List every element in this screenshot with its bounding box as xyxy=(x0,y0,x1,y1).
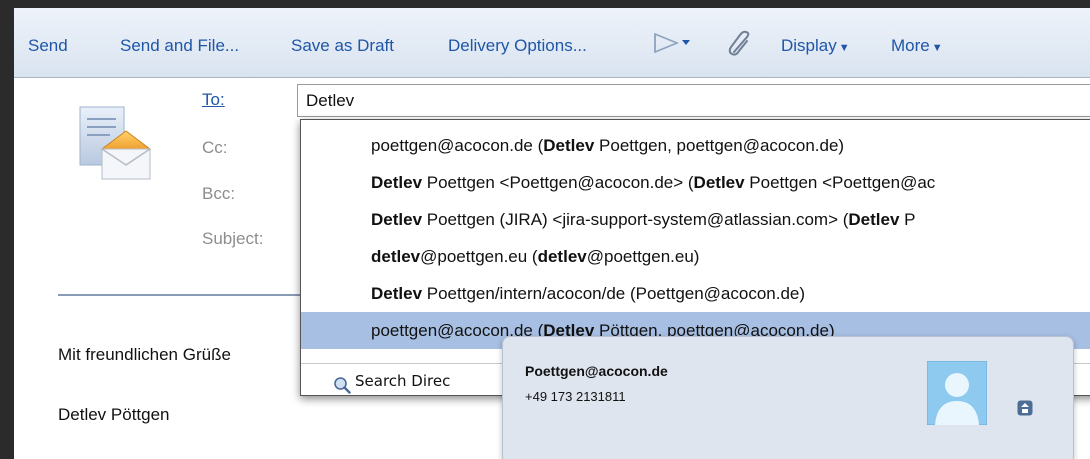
suggestion-text: Detlev xyxy=(693,173,745,192)
suggestion-text: Poettgen <Poettgen@ac xyxy=(744,173,936,192)
suggestion-item[interactable]: Detlev Poettgen <Poettgen@acocon.de> (De… xyxy=(301,164,1090,201)
person-avatar-icon xyxy=(926,360,988,430)
card-phone: +49 173 2131811 xyxy=(525,389,626,404)
more-menu[interactable]: More ▼ xyxy=(891,36,943,56)
send-button[interactable]: Send xyxy=(28,36,68,56)
compose-window: Send Send and File... Save as Draft Deli… xyxy=(14,8,1090,459)
card-email: Poettgen@acocon.de xyxy=(525,363,668,379)
suggestion-text: Poettgen, poettgen@acocon.de) xyxy=(594,136,845,155)
suggestion-text: detlev xyxy=(371,247,421,266)
suggestion-text: Poettgen (JIRA) <jira-support-system@atl… xyxy=(422,210,849,229)
suggestion-text: @poettgen.eu ( xyxy=(420,247,538,266)
body-signature[interactable]: Detlev Pöttgen xyxy=(58,405,170,425)
search-directory-label: Search Direc xyxy=(355,372,451,390)
contact-hover-card: Poettgen@acocon.de +49 173 2131811 xyxy=(502,336,1074,459)
send-and-file-button[interactable]: Send and File... xyxy=(120,36,239,56)
suggestion-text: Detlev xyxy=(543,136,595,155)
suggestion-item[interactable]: Detlev Poettgen (JIRA) <jira-support-sys… xyxy=(301,201,1090,238)
header-divider xyxy=(58,294,318,296)
save-as-draft-button[interactable]: Save as Draft xyxy=(291,36,394,56)
body-greeting[interactable]: Mit freundlichen Grüße xyxy=(58,345,231,365)
suggestion-text: Poettgen/intern/acocon/de (Poettgen@acoc… xyxy=(422,284,806,303)
suggestion-text: detlev xyxy=(537,247,587,266)
suggestion-text: poettgen@acocon.de ( xyxy=(371,136,544,155)
flag-icon[interactable] xyxy=(652,32,692,59)
display-menu[interactable]: Display ▼ xyxy=(781,36,850,56)
toolbar: Send Send and File... Save as Draft Deli… xyxy=(14,8,1090,78)
cc-label: Cc: xyxy=(202,138,228,157)
paperclip-icon[interactable] xyxy=(726,30,756,63)
more-label: More xyxy=(891,36,930,55)
suggestion-text: @poettgen.eu) xyxy=(586,247,700,266)
to-field[interactable]: Detlev xyxy=(297,84,1090,117)
display-label: Display xyxy=(781,36,837,55)
subject-label: Subject: xyxy=(202,229,264,248)
suggestion-item[interactable]: detlev@poettgen.eu (detlev@poettgen.eu) xyxy=(301,238,1090,275)
chevron-down-icon: ▼ xyxy=(838,42,850,54)
compose-mail-icon xyxy=(76,103,152,188)
to-label[interactable]: To: xyxy=(202,90,225,110)
delivery-options-button[interactable]: Delivery Options... xyxy=(448,36,587,56)
bcc-label: Bcc: xyxy=(202,184,236,203)
chevron-down-icon: ▼ xyxy=(931,42,943,54)
suggestion-text: Detlev xyxy=(848,210,900,229)
suggestion-text: Detlev xyxy=(371,173,423,192)
suggestion-text: Detlev xyxy=(371,284,423,303)
suggestion-item[interactable]: Detlev Poettgen/intern/acocon/de (Poettg… xyxy=(301,275,1090,312)
suggestion-text: P xyxy=(899,210,916,229)
suggestion-item[interactable]: poettgen@acocon.de (Detlev Poettgen, poe… xyxy=(301,127,1090,164)
search-icon xyxy=(333,372,351,406)
expand-icon[interactable] xyxy=(1017,400,1033,421)
suggestion-text: Detlev xyxy=(371,210,423,229)
suggestion-text: Poettgen <Poettgen@acocon.de> ( xyxy=(422,173,694,192)
